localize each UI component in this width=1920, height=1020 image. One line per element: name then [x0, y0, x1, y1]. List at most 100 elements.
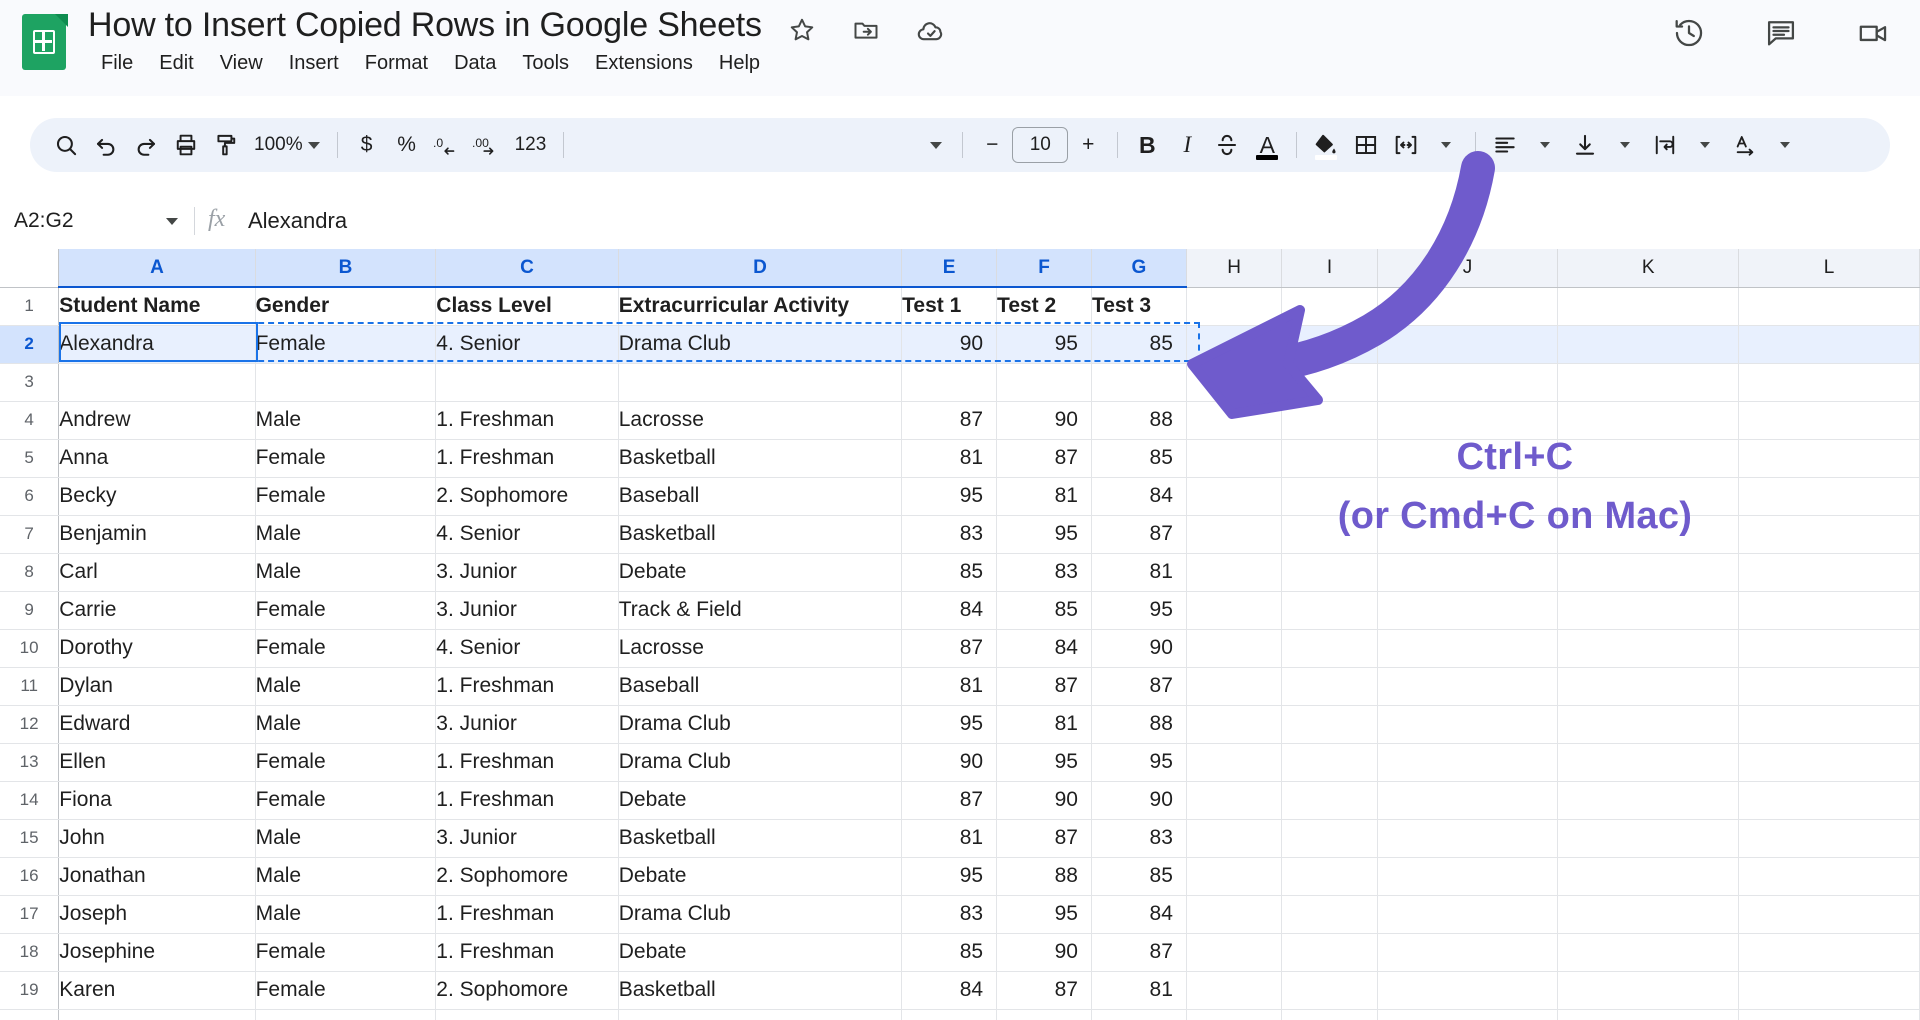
cell-I11[interactable] [1281, 667, 1378, 706]
cell-I9[interactable] [1281, 591, 1378, 630]
cell-B7[interactable]: Male [255, 515, 437, 554]
cell-G13[interactable]: 95 [1091, 743, 1187, 782]
cell-G18[interactable]: 87 [1091, 933, 1187, 972]
cell-G14[interactable]: 90 [1091, 781, 1187, 820]
cell-A12[interactable]: Edward [58, 705, 256, 744]
cell-E8[interactable]: 85 [901, 553, 998, 592]
cell-J13[interactable] [1377, 743, 1559, 782]
col-header-h[interactable]: H [1186, 249, 1283, 288]
cell-E12[interactable]: 95 [901, 705, 998, 744]
cell-H6[interactable] [1186, 477, 1283, 516]
cell-H1[interactable] [1186, 287, 1283, 326]
cell-B14[interactable]: Female [255, 781, 437, 820]
cell-G15[interactable]: 83 [1091, 819, 1187, 858]
cell-F10[interactable]: 84 [996, 629, 1092, 668]
meet-video-icon[interactable] [1856, 16, 1890, 50]
cell-F8[interactable]: 83 [996, 553, 1092, 592]
font-family-dropdown[interactable] [913, 125, 953, 165]
cell-I19[interactable] [1281, 971, 1378, 1010]
cell-L10[interactable] [1738, 629, 1920, 668]
cell-I2[interactable] [1281, 325, 1378, 364]
cell-B11[interactable]: Male [255, 667, 437, 706]
cell-L6[interactable] [1738, 477, 1920, 516]
star-icon[interactable] [788, 16, 816, 44]
cell-D18[interactable]: Debate [618, 933, 903, 972]
cell-J10[interactable] [1377, 629, 1559, 668]
cell-L1[interactable] [1738, 287, 1920, 326]
cell-I18[interactable] [1281, 933, 1378, 972]
cell-E18[interactable]: 85 [901, 933, 998, 972]
cell-F6[interactable]: 81 [996, 477, 1092, 516]
cell-F2[interactable]: 95 [996, 325, 1092, 364]
row-header-7[interactable]: 7 [0, 515, 60, 554]
merge-cells-dropdown[interactable] [1426, 125, 1466, 165]
version-history-icon[interactable] [1672, 16, 1706, 50]
cell-E10[interactable]: 87 [901, 629, 998, 668]
col-header-b[interactable]: B [255, 249, 437, 288]
cell-G11[interactable]: 87 [1091, 667, 1187, 706]
cell-K18[interactable] [1557, 933, 1740, 972]
cell-C2[interactable]: 4. Senior [435, 325, 619, 364]
cell-L9[interactable] [1738, 591, 1920, 630]
cell-F15[interactable]: 87 [996, 819, 1092, 858]
row-header-8[interactable]: 8 [0, 553, 60, 592]
row-header-1[interactable]: 1 [0, 287, 60, 326]
cell-K11[interactable] [1557, 667, 1740, 706]
cell-D1[interactable]: Extracurricular Activity [618, 287, 903, 326]
percent-icon[interactable]: % [387, 125, 427, 165]
borders-icon[interactable] [1346, 125, 1386, 165]
cell-E11[interactable]: 81 [901, 667, 998, 706]
menu-view[interactable]: View [207, 48, 276, 79]
cell-C11[interactable]: 1. Freshman [435, 667, 619, 706]
cell-I13[interactable] [1281, 743, 1378, 782]
cell-G9[interactable]: 95 [1091, 591, 1187, 630]
cell-C5[interactable]: 1. Freshman [435, 439, 619, 478]
cell-B18[interactable]: Female [255, 933, 437, 972]
cell-I3[interactable] [1281, 363, 1378, 402]
cell-B2[interactable]: Female [255, 325, 437, 364]
select-all-corner[interactable] [0, 249, 60, 288]
cell-C19[interactable]: 2. Sophomore [435, 971, 619, 1010]
cell-C1[interactable]: Class Level [435, 287, 619, 326]
cell-D10[interactable]: Lacrosse [618, 629, 903, 668]
cell-H11[interactable] [1186, 667, 1283, 706]
cell-F3[interactable] [996, 363, 1092, 402]
cell-E9[interactable]: 84 [901, 591, 998, 630]
cell-J14[interactable] [1377, 781, 1559, 820]
cell-L17[interactable] [1738, 895, 1920, 934]
row-header-12[interactable]: 12 [0, 705, 60, 744]
vertical-align-dropdown[interactable] [1605, 125, 1645, 165]
text-rotation-dropdown[interactable] [1765, 125, 1805, 165]
cell-E6[interactable]: 95 [901, 477, 998, 516]
cell-C15[interactable]: 3. Junior [435, 819, 619, 858]
search-icon[interactable] [46, 125, 86, 165]
cell-A10[interactable]: Dorothy [58, 629, 256, 668]
page-title[interactable]: How to Insert Copied Rows in Google Shee… [88, 6, 762, 45]
cell-F4[interactable]: 90 [996, 401, 1092, 440]
cell-B10[interactable]: Female [255, 629, 437, 668]
cell-H3[interactable] [1186, 363, 1283, 402]
strikethrough-icon[interactable] [1207, 125, 1247, 165]
cell-G6[interactable]: 84 [1091, 477, 1187, 516]
cell-A19[interactable]: Karen [58, 971, 256, 1010]
cell-L19[interactable] [1738, 971, 1920, 1010]
cell-J3[interactable] [1377, 363, 1559, 402]
cell-E15[interactable]: 81 [901, 819, 998, 858]
cell-E4[interactable]: 87 [901, 401, 998, 440]
cell-H10[interactable] [1186, 629, 1283, 668]
row-header-4[interactable]: 4 [0, 401, 60, 440]
undo-icon[interactable] [86, 125, 126, 165]
row-header-18[interactable]: 18 [0, 933, 60, 972]
cell-L15[interactable] [1738, 819, 1920, 858]
row-header-11[interactable]: 11 [0, 667, 60, 706]
cell-C9[interactable]: 3. Junior [435, 591, 619, 630]
cell-G19[interactable]: 81 [1091, 971, 1187, 1010]
cell-K10[interactable] [1557, 629, 1740, 668]
cell-C14[interactable]: 1. Freshman [435, 781, 619, 820]
cell-A15[interactable]: John [58, 819, 256, 858]
text-rotation-icon[interactable] [1725, 125, 1765, 165]
cell-E3[interactable] [901, 363, 998, 402]
cell-D15[interactable]: Basketball [618, 819, 903, 858]
cell-L14[interactable] [1738, 781, 1920, 820]
cell-H14[interactable] [1186, 781, 1283, 820]
